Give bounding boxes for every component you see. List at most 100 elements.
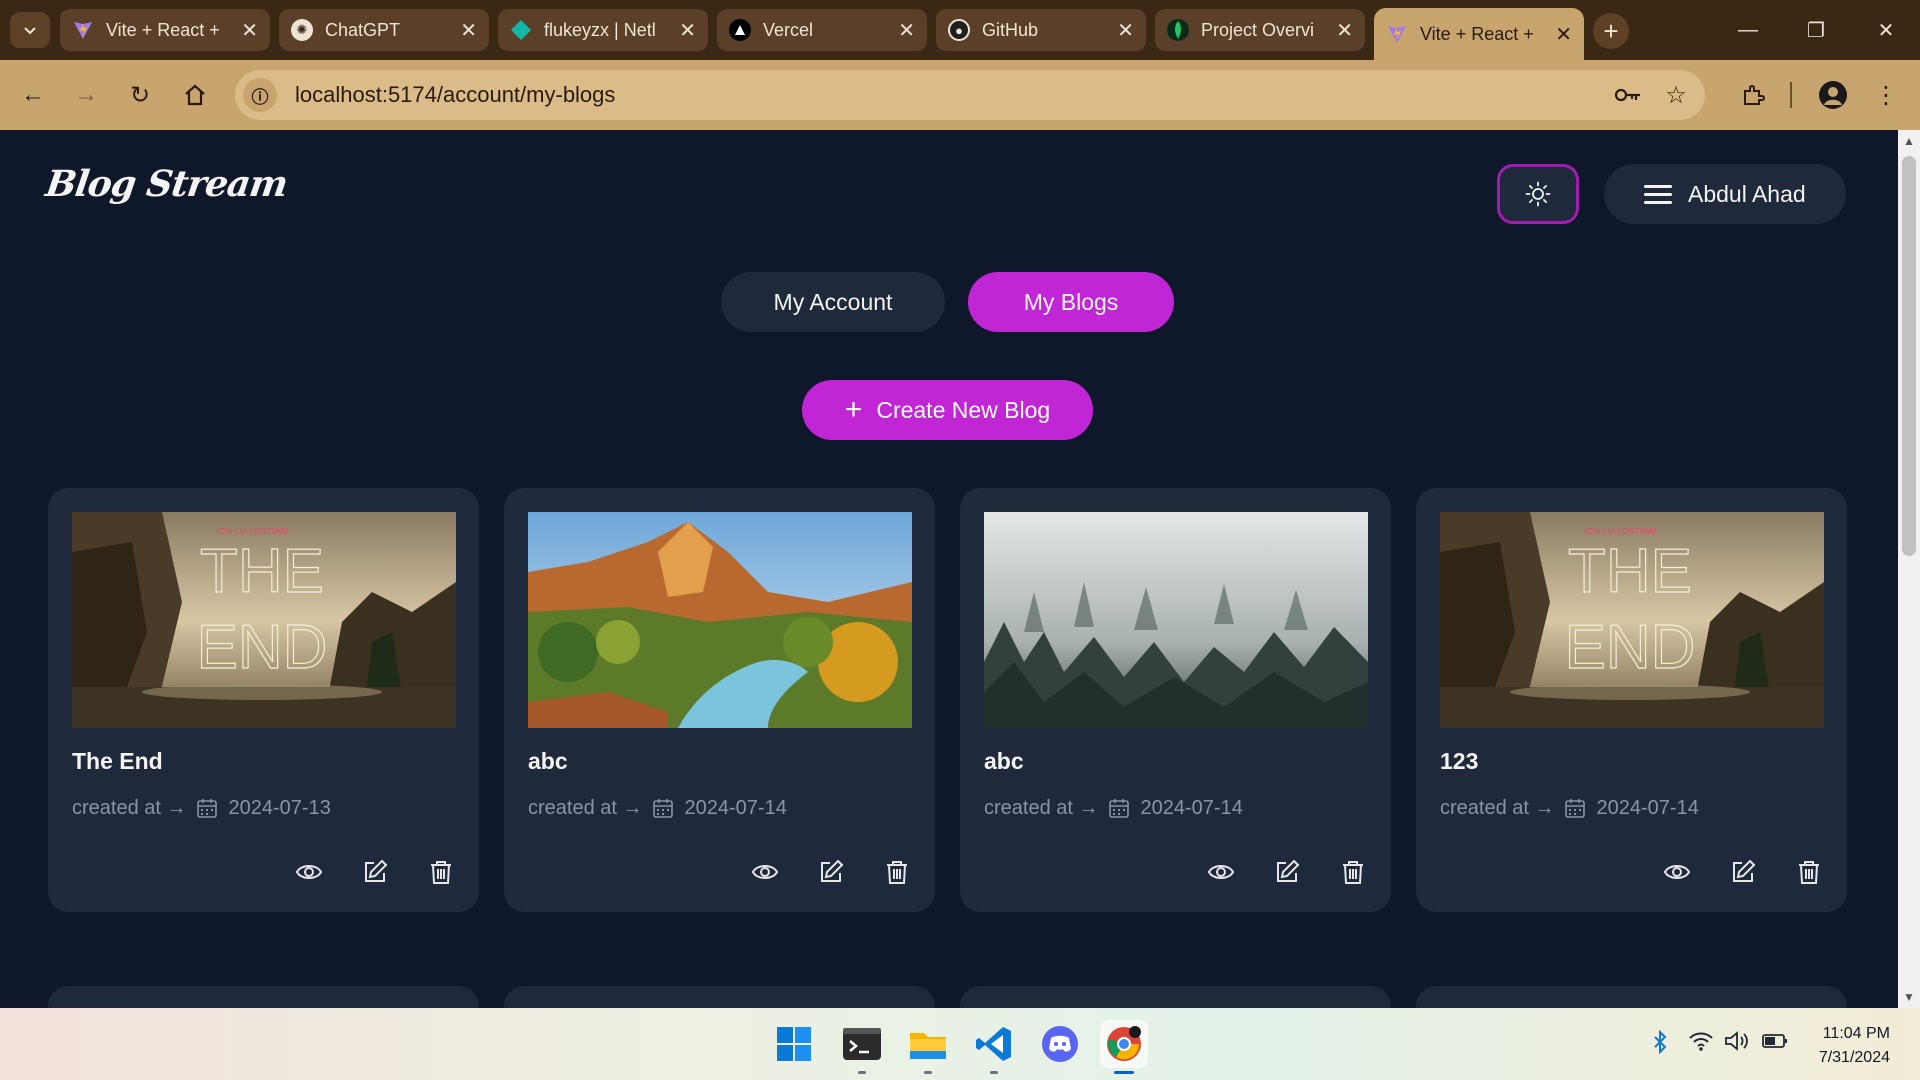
- tab-title: Project Overvi: [1201, 19, 1315, 40]
- eye-icon: [1207, 865, 1235, 879]
- edit-blog-button[interactable]: [817, 858, 845, 886]
- blog-thumbnail[interactable]: [984, 512, 1368, 728]
- blog-date: 2024-07-13: [228, 796, 331, 819]
- delete-blog-button[interactable]: [427, 858, 455, 886]
- view-blog-button[interactable]: [1663, 858, 1691, 886]
- browser-tab[interactable]: ● GitHub ✕: [936, 9, 1146, 51]
- extensions-icon[interactable]: [1735, 75, 1771, 115]
- calendar-icon: [1564, 799, 1585, 818]
- trash-icon: [1343, 861, 1363, 884]
- volume-icon[interactable]: [1724, 1030, 1750, 1058]
- minimize-button[interactable]: —: [1718, 10, 1778, 50]
- terminal-icon[interactable]: [838, 1020, 886, 1074]
- blog-card: [1416, 986, 1847, 1008]
- theme-toggle-button[interactable]: [1497, 164, 1579, 224]
- close-icon[interactable]: ✕: [1117, 18, 1134, 43]
- browser-tab[interactable]: flukeyzx | Netl ✕: [498, 9, 708, 51]
- browser-tab[interactable]: ✺ ChatGPT ✕: [279, 9, 489, 51]
- battery-icon[interactable]: [1762, 1030, 1788, 1056]
- bluetooth-icon[interactable]: [1652, 1029, 1668, 1060]
- delete-blog-button[interactable]: [1795, 858, 1823, 886]
- more-menu-icon[interactable]: ⋮: [1868, 75, 1904, 115]
- home-button[interactable]: [175, 75, 215, 115]
- site-info-icon[interactable]: ⓘ: [243, 78, 277, 112]
- page-content: Blog Stream Abdul Ahad My Account My Blo…: [0, 130, 1898, 1008]
- blog-title[interactable]: 123: [1440, 748, 1478, 775]
- site-logo[interactable]: Blog Stream: [43, 163, 290, 205]
- hamburger-menu-icon: [1644, 180, 1672, 209]
- eye-icon: [1663, 865, 1691, 879]
- close-icon[interactable]: ✕: [898, 18, 915, 43]
- restore-button[interactable]: ❐: [1786, 10, 1846, 50]
- edit-blog-button[interactable]: [1729, 858, 1757, 886]
- address-bar[interactable]: ⓘ localhost:5174/account/my-blogs: [235, 70, 1705, 120]
- forward-button[interactable]: →: [66, 75, 106, 115]
- reload-button[interactable]: ↻: [120, 75, 160, 115]
- browser-tab[interactable]: Vercel ✕: [717, 9, 927, 51]
- close-window-button[interactable]: ✕: [1856, 10, 1916, 50]
- view-blog-button[interactable]: [1207, 858, 1235, 886]
- edit-blog-button[interactable]: [1273, 858, 1301, 886]
- close-icon[interactable]: ✕: [679, 18, 696, 43]
- user-menu-button[interactable]: Abdul Ahad: [1604, 164, 1846, 224]
- profile-avatar[interactable]: [1815, 75, 1851, 115]
- blog-title[interactable]: abc: [528, 748, 568, 775]
- tab-my-account[interactable]: My Account: [721, 272, 945, 332]
- browser-tab[interactable]: Project Overvi ✕: [1155, 9, 1365, 51]
- discord-icon[interactable]: [1036, 1020, 1084, 1068]
- poster-big-text: THE: [1568, 537, 1692, 606]
- wifi-icon[interactable]: [1688, 1030, 1714, 1058]
- clock-time: 11:04 PM: [1822, 1025, 1890, 1042]
- trash-icon: [431, 861, 451, 884]
- close-icon[interactable]: ✕: [241, 18, 258, 43]
- blog-thumbnail[interactable]: JOSHUA COSTUME THE END: [72, 512, 456, 728]
- scrollbar-thumb[interactable]: [1902, 156, 1916, 556]
- poster-small-text: JOSHUA COSTUME: [1583, 527, 1657, 536]
- running-indicator: [990, 1071, 998, 1074]
- file-explorer-icon[interactable]: [904, 1020, 952, 1074]
- edit-blog-button[interactable]: [361, 858, 389, 886]
- browser-toolbar: ← → ↻ ⓘ localhost:5174/account/my-blogs …: [0, 60, 1920, 130]
- url-text[interactable]: localhost:5174/account/my-blogs: [295, 82, 615, 108]
- calendar-icon: [652, 799, 673, 818]
- sun-icon: [1525, 181, 1551, 207]
- close-icon[interactable]: ✕: [1336, 18, 1353, 43]
- tab-search-button[interactable]: [10, 12, 50, 48]
- poster-big-text: END: [1565, 613, 1696, 682]
- create-new-blog-button[interactable]: + Create New Blog: [802, 380, 1093, 440]
- blog-actions: [751, 858, 911, 886]
- view-blog-button[interactable]: [751, 858, 779, 886]
- blog-title[interactable]: The End: [72, 748, 163, 775]
- delete-blog-button[interactable]: [1339, 858, 1367, 886]
- back-button[interactable]: ←: [13, 75, 53, 115]
- delete-blog-button[interactable]: [883, 858, 911, 886]
- blog-card: JOSHUA COSTUME THE END 123 created at → …: [1416, 488, 1847, 912]
- password-key-icon[interactable]: [1610, 75, 1646, 115]
- tab-my-blogs[interactable]: My Blogs: [968, 272, 1174, 332]
- browser-tab[interactable]: Vite + React + ✕: [60, 9, 270, 51]
- blog-thumbnail[interactable]: [528, 512, 912, 728]
- chrome-icon[interactable]: [1100, 1020, 1148, 1074]
- blog-card: abc created at → 2024-07-14: [504, 488, 935, 912]
- blog-card: [960, 986, 1391, 1008]
- view-blog-button[interactable]: [295, 858, 323, 886]
- close-icon[interactable]: ✕: [1555, 22, 1572, 47]
- blog-title[interactable]: abc: [984, 748, 1024, 775]
- create-button-label: Create New Blog: [876, 396, 1051, 423]
- windows-taskbar: 11:04 PM 7/31/2024: [0, 1008, 1920, 1080]
- reload-icon: ↻: [129, 81, 151, 109]
- blog-meta: created at → 2024-07-14: [1440, 796, 1699, 820]
- windows-start-icon[interactable]: [770, 1020, 818, 1068]
- system-clock[interactable]: 11:04 PM 7/31/2024: [1800, 1022, 1890, 1070]
- vscode-icon[interactable]: [970, 1020, 1018, 1074]
- close-icon[interactable]: ✕: [460, 18, 477, 43]
- bookmark-star-icon[interactable]: ☆: [1658, 75, 1694, 115]
- poster-big-text: THE: [200, 537, 324, 606]
- blog-card: JOSHUA COSTUME THE END The End created a…: [48, 488, 479, 912]
- browser-tab-active[interactable]: Vite + React + ✕: [1374, 8, 1584, 60]
- scroll-down-icon[interactable]: ▼: [1898, 990, 1920, 1004]
- new-tab-button[interactable]: +: [1593, 13, 1629, 49]
- scroll-up-icon[interactable]: ▲: [1898, 134, 1920, 148]
- blog-thumbnail[interactable]: JOSHUA COSTUME THE END: [1440, 512, 1824, 728]
- page-scrollbar[interactable]: ▲ ▼: [1898, 130, 1920, 1008]
